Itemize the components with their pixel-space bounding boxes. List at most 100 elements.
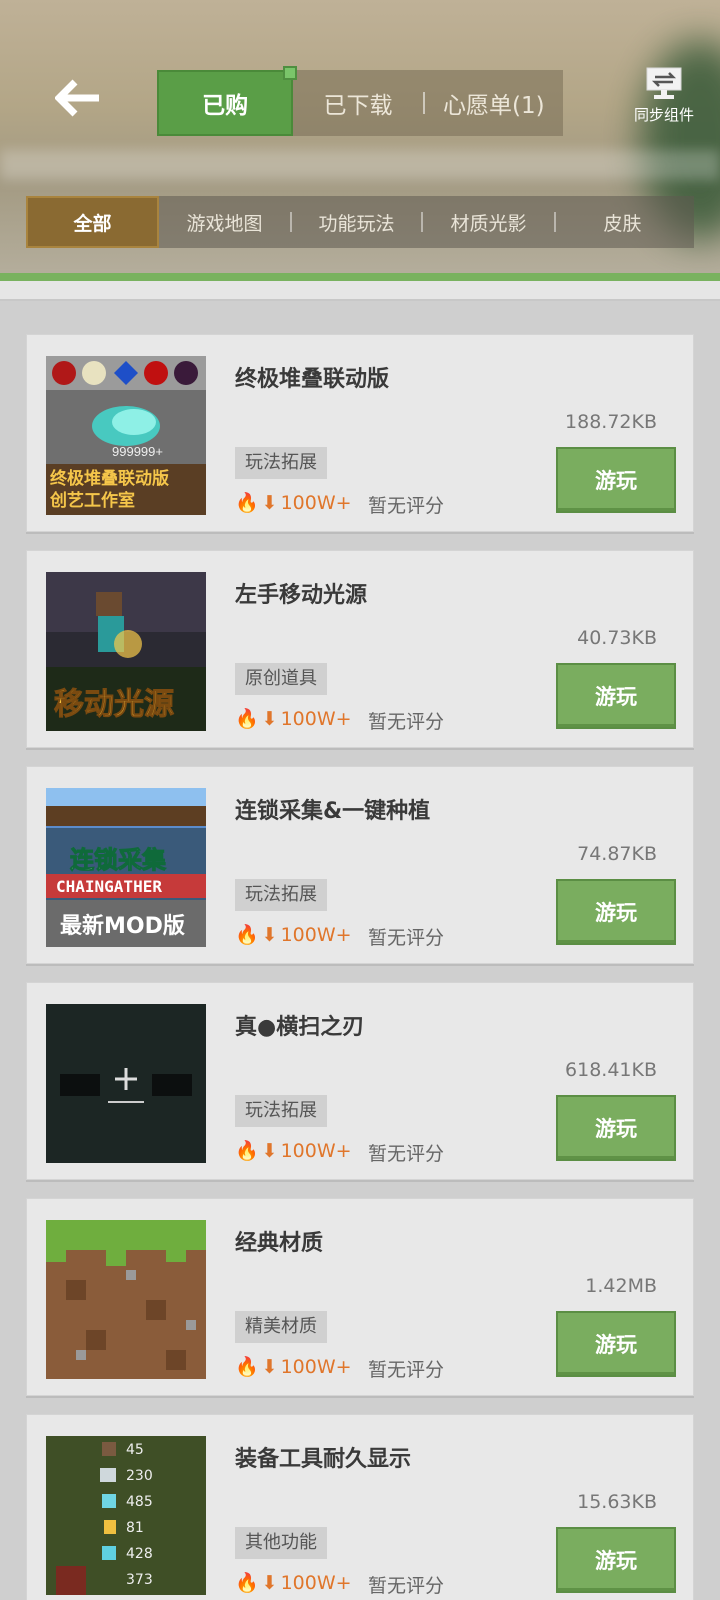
thumb-caption: 创艺工作室 <box>49 490 135 511</box>
thumb-caption: 81 <box>126 1520 144 1536</box>
tab-purchased-label: 已购 <box>202 93 249 119</box>
down-arrow-icon: ⬇ <box>261 1355 278 1378</box>
item-downloads: 🔥 ⬇ 100W+ <box>235 491 352 515</box>
download-count: 100W+ <box>280 707 352 730</box>
item-tag: 原创道具 <box>235 663 327 695</box>
header-bottom-band <box>0 281 720 301</box>
item-thumbnail: 999999+ 终极堆叠联动版 创艺工作室 <box>46 356 206 515</box>
fire-icon: 🔥 <box>235 1356 259 1378</box>
category-skins[interactable]: 皮肤 <box>556 196 689 248</box>
item-downloads: 🔥 ⬇ 100W+ <box>235 707 352 731</box>
back-button[interactable] <box>52 76 104 120</box>
download-count: 100W+ <box>280 1139 352 1162</box>
thumb-caption: 终极堆叠联动版 <box>50 468 169 489</box>
category-all-label: 全部 <box>73 212 112 235</box>
header-background <box>0 0 720 300</box>
item-size: 1.42MB <box>585 1275 657 1297</box>
item-downloads: 🔥 ⬇ 100W+ <box>235 1139 352 1163</box>
item-size: 40.73KB <box>577 627 657 649</box>
top-tab-bar: 已购 已下载 心愿单(1) <box>157 66 563 136</box>
item-rating: 暂无评分 <box>368 711 445 733</box>
tab-downloaded[interactable]: 已下载 <box>293 70 422 136</box>
list-item: 999999+ 终极堆叠联动版 创艺工作室 终极堆叠联动版 188.72KB 玩… <box>26 334 694 532</box>
item-downloads: 🔥 ⬇ 100W+ <box>235 923 352 947</box>
item-size: 188.72KB <box>565 411 657 433</box>
list-item: 连锁采集 CHAINGATHER 最新MOD版 连锁采集&一键种植 74.87K… <box>26 766 694 964</box>
tab-corner-decoration <box>283 66 298 80</box>
item-downloads: 🔥 ⬇ 100W+ <box>235 1571 352 1595</box>
thumb-caption: 373 <box>126 1572 153 1588</box>
thumb-caption: CHAINGATHER <box>56 877 162 896</box>
play-button[interactable]: 游玩 <box>556 1527 676 1593</box>
category-gameplay[interactable]: 功能玩法 <box>292 196 421 248</box>
category-bar: 全部 游戏地图 功能玩法 材质光影 皮肤 <box>26 196 694 248</box>
item-name[interactable]: 终极堆叠联动版 <box>235 361 389 393</box>
fire-icon: 🔥 <box>235 708 259 730</box>
category-all[interactable]: 全部 <box>26 196 159 248</box>
play-button[interactable]: 游玩 <box>556 663 676 729</box>
category-textures[interactable]: 材质光影 <box>423 196 554 248</box>
item-tag: 玩法拓展 <box>235 1095 327 1127</box>
item-name[interactable]: 装备工具耐久显示 <box>235 1441 411 1473</box>
item-size: 74.87KB <box>577 843 657 865</box>
thumb-caption: 485 <box>126 1494 153 1510</box>
play-button[interactable]: 游玩 <box>556 1311 676 1377</box>
sync-icon <box>646 67 682 99</box>
down-arrow-icon: ⬇ <box>261 491 278 514</box>
item-thumbnail: 45 230 485 81 428 373 <box>46 1436 206 1595</box>
play-button[interactable]: 游玩 <box>556 1095 676 1161</box>
thumb-caption: 移动光源 <box>54 687 174 722</box>
list-item: 经典材质 1.42MB 精美材质 🔥 ⬇ 100W+ 暂无评分 游玩 <box>26 1198 694 1396</box>
item-size: 15.63KB <box>577 1491 657 1513</box>
item-name[interactable]: 连锁采集&一键种植 <box>235 793 430 825</box>
item-name[interactable]: 真●横扫之刃 <box>235 1009 364 1041</box>
list-item: 移动光源 左手移动光源 40.73KB 原创道具 🔥 ⬇ 100W+ 暂无评分 … <box>26 550 694 748</box>
category-gameplay-label: 功能玩法 <box>318 212 395 235</box>
item-rating: 暂无评分 <box>368 1359 445 1381</box>
fire-icon: 🔥 <box>235 492 259 514</box>
category-game-maps-label: 游戏地图 <box>186 212 263 235</box>
fire-icon: 🔥 <box>235 1140 259 1162</box>
thumb-caption: 230 <box>126 1468 153 1484</box>
item-rating: 暂无评分 <box>368 1143 445 1165</box>
item-tag: 精美材质 <box>235 1311 327 1343</box>
header-green-divider <box>0 273 720 281</box>
category-game-maps[interactable]: 游戏地图 <box>159 196 290 248</box>
back-arrow-icon <box>55 79 99 117</box>
item-downloads: 🔥 ⬇ 100W+ <box>235 1355 352 1379</box>
play-button[interactable]: 游玩 <box>556 447 676 513</box>
down-arrow-icon: ⬇ <box>261 707 278 730</box>
item-name[interactable]: 经典材质 <box>235 1225 323 1257</box>
category-textures-label: 材质光影 <box>450 212 527 235</box>
fire-icon: 🔥 <box>235 924 259 946</box>
download-count: 100W+ <box>280 1355 352 1378</box>
download-count: 100W+ <box>280 923 352 946</box>
item-tag: 玩法拓展 <box>235 447 327 479</box>
item-tag: 玩法拓展 <box>235 879 327 911</box>
list-item: 真●横扫之刃 618.41KB 玩法拓展 🔥 ⬇ 100W+ 暂无评分 游玩 <box>26 982 694 1180</box>
tab-purchased[interactable]: 已购 <box>157 66 298 136</box>
item-tag: 其他功能 <box>235 1527 327 1559</box>
list-item: 45 230 485 81 428 373 装备工具耐久显示 15.63KB 其… <box>26 1414 694 1600</box>
fire-icon: 🔥 <box>235 1572 259 1594</box>
category-skins-label: 皮肤 <box>603 212 642 235</box>
item-thumbnail <box>46 1004 206 1163</box>
item-thumbnail <box>46 1220 206 1379</box>
item-rating: 暂无评分 <box>368 927 445 949</box>
sync-components-button[interactable]: 同步组件 <box>624 66 704 132</box>
thumb-caption: 45 <box>126 1442 144 1458</box>
item-thumbnail: 移动光源 <box>46 572 206 731</box>
play-button[interactable]: 游玩 <box>556 879 676 945</box>
down-arrow-icon: ⬇ <box>261 1139 278 1162</box>
item-rating: 暂无评分 <box>368 495 445 517</box>
tab-wishlist-label: 心愿单(1) <box>443 93 545 119</box>
tab-downloaded-label: 已下载 <box>323 93 393 119</box>
download-count: 100W+ <box>280 1571 352 1594</box>
item-thumbnail: 连锁采集 CHAINGATHER 最新MOD版 <box>46 788 206 947</box>
item-name[interactable]: 左手移动光源 <box>235 577 367 609</box>
item-rating: 暂无评分 <box>368 1575 445 1597</box>
thumb-caption: 999999+ <box>112 444 163 459</box>
item-size: 618.41KB <box>565 1059 657 1081</box>
tab-wishlist[interactable]: 心愿单(1) <box>425 70 563 136</box>
thumb-caption: 最新MOD版 <box>60 913 185 939</box>
